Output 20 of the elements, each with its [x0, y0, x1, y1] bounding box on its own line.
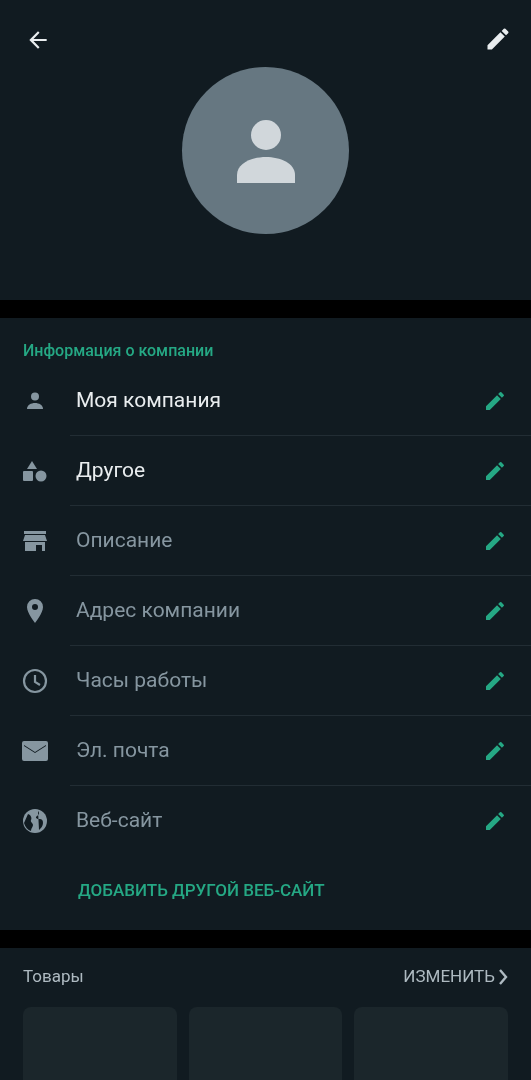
field-placeholder[interactable]: Эл. почта	[70, 734, 483, 767]
envelope-icon	[20, 740, 49, 762]
add-website-link[interactable]: ДОБАВИТЬ ДРУГОЙ ВЕБ-САЙТ	[78, 878, 325, 904]
field-placeholder[interactable]: Часы работы	[70, 664, 483, 697]
section-title: Информация о компании	[22, 340, 215, 362]
person-silhouette-icon	[235, 118, 296, 183]
globe-icon	[21, 808, 48, 834]
edit-products-button[interactable]: ИЗМЕНИТЬ	[403, 964, 508, 990]
chevron-right-icon	[498, 969, 508, 985]
field-placeholder[interactable]: Веб-сайт	[70, 805, 483, 837]
field-placeholder[interactable]: Адрес компании	[70, 594, 483, 627]
field-value[interactable]: Моя компания	[70, 384, 483, 417]
field-value[interactable]: Другое	[70, 454, 483, 487]
field-placeholder[interactable]: Описание	[70, 524, 483, 557]
clock-icon	[21, 668, 48, 694]
edit-icon[interactable]	[483, 809, 507, 833]
section-title: Товары	[23, 965, 84, 989]
store-icon	[21, 529, 48, 553]
location-pin-icon	[24, 598, 45, 624]
shapes-icon	[21, 459, 48, 483]
